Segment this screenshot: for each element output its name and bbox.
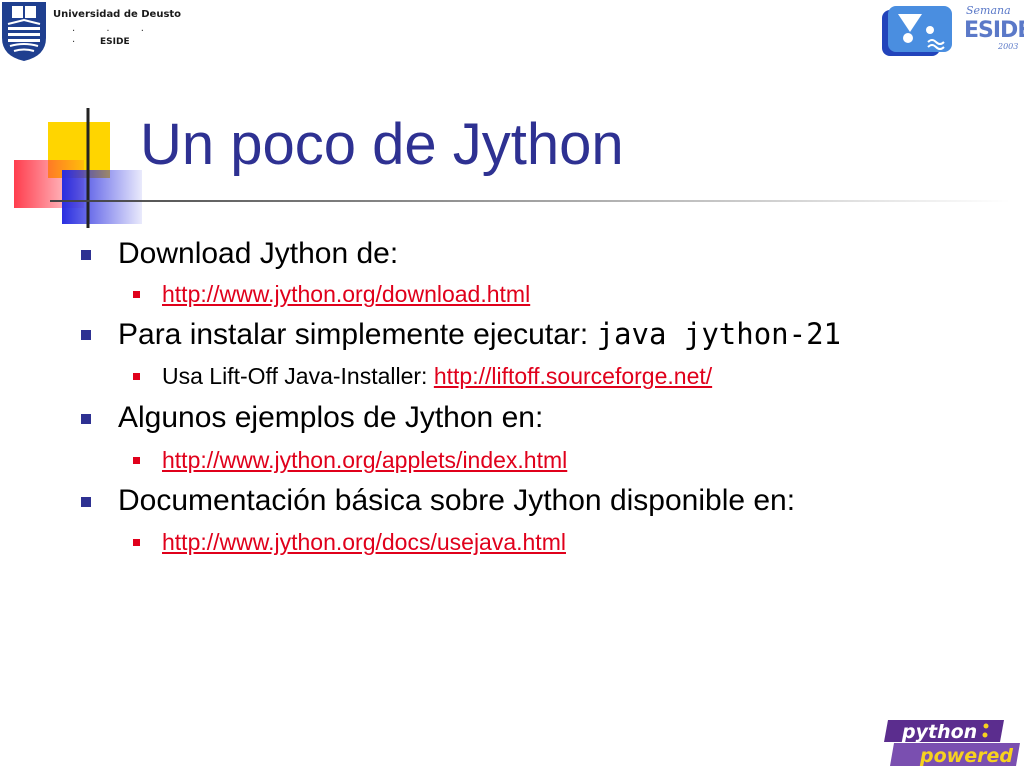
bullet-text: Documentación básica sobre Jython dispon… bbox=[118, 484, 796, 517]
semana-eside-logo: Semana ESIDE 2003 bbox=[878, 2, 1024, 60]
subbullet-download-link: http://www.jython.org/download.html bbox=[133, 280, 530, 308]
bullet-marker-icon bbox=[81, 330, 91, 340]
subbullet-applets-link: http://www.jython.org/applets/index.html bbox=[133, 446, 567, 474]
download-link[interactable]: http://www.jython.org/download.html bbox=[162, 281, 530, 307]
subbullet-marker-icon bbox=[133, 539, 140, 546]
bullet-marker-icon bbox=[81, 250, 91, 260]
subbullet-marker-icon bbox=[133, 457, 140, 464]
bullet-download: Download Jython de: bbox=[81, 236, 399, 272]
bullet-examples: Algunos ejemplos de Jython en: bbox=[81, 400, 544, 436]
subbullet-installer: Usa Lift-Off Java-Installer: http://lift… bbox=[133, 362, 712, 390]
semana-eside-icon bbox=[882, 6, 952, 56]
bullet-marker-icon bbox=[81, 414, 91, 424]
bullet-text: Download Jython de: bbox=[118, 237, 399, 270]
subbullet-marker-icon bbox=[133, 373, 140, 380]
deusto-logo: Universidad de Deusto . . . . ESIDE bbox=[0, 0, 190, 62]
event-word: Semana bbox=[966, 4, 1011, 17]
subbullet-docs-link: http://www.jython.org/docs/usejava.html bbox=[133, 528, 566, 556]
bullet-docs: Documentación básica sobre Jython dispon… bbox=[81, 483, 796, 519]
bullet-marker-icon bbox=[81, 497, 91, 507]
badge-line2: powered bbox=[919, 745, 1013, 767]
deusto-shield-icon bbox=[2, 2, 46, 61]
python-powered-icon: python powered bbox=[884, 720, 1020, 767]
badge-line1: python bbox=[901, 721, 977, 743]
liftoff-link[interactable]: http://liftoff.sourceforge.net/ bbox=[434, 363, 712, 389]
event-year: 2003 bbox=[998, 42, 1019, 51]
bullet-text: Algunos ejemplos de Jython en: bbox=[118, 401, 544, 434]
applets-link[interactable]: http://www.jython.org/applets/index.html bbox=[162, 447, 567, 473]
event-name: ESIDE bbox=[964, 18, 1024, 43]
slide-title: Un poco de Jython bbox=[140, 112, 624, 177]
faculty-name: ESIDE bbox=[100, 37, 130, 47]
subbullet-marker-icon bbox=[133, 291, 140, 298]
subbullet-text: Usa Lift-Off Java-Installer: bbox=[162, 363, 434, 389]
university-name: Universidad de Deusto bbox=[53, 9, 182, 20]
bullet-text: Para instalar simplemente ejecutar: bbox=[118, 318, 597, 351]
docs-link[interactable]: http://www.jython.org/docs/usejava.html bbox=[162, 529, 566, 555]
bullet-install: Para instalar simplemente ejecutar: java… bbox=[81, 316, 841, 353]
install-command: java jython-21 bbox=[596, 317, 841, 351]
logo-dots: . . . . bbox=[72, 23, 158, 45]
